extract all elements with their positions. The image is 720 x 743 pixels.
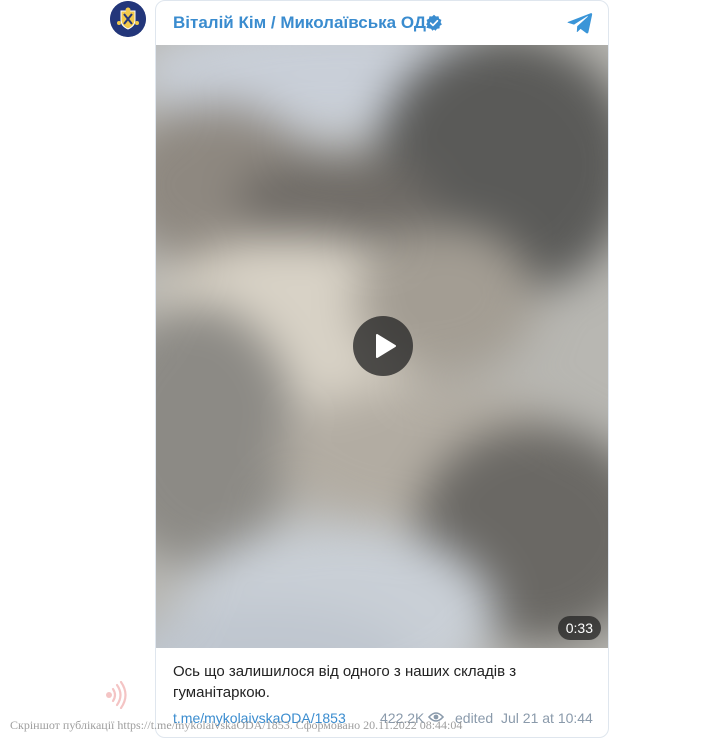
telegram-logo-icon[interactable]: [567, 11, 593, 35]
screenshot-watermark: Скріншот публікації https://t.me/mykolai…: [10, 718, 463, 732]
post-header: Віталій Кім / Миколаївська ОДА: [156, 1, 608, 45]
channel-name[interactable]: Віталій Кім / Миколаївська ОДА: [173, 13, 438, 33]
post-timestamp[interactable]: Jul 21 at 10:44: [501, 710, 593, 726]
sound-waves-logo-icon: [106, 681, 127, 709]
coat-of-arms-icon: [110, 1, 146, 37]
telegram-post-card: Віталій Кім / Миколаївська ОДА 0:33 Ось …: [155, 0, 609, 738]
channel-avatar[interactable]: [110, 1, 146, 37]
play-button[interactable]: [353, 316, 413, 376]
play-icon: [376, 334, 396, 358]
post-caption: Ось що залишилося від одного з наших скл…: [173, 663, 517, 701]
video-preview[interactable]: 0:33: [156, 45, 608, 648]
video-duration: 0:33: [557, 616, 601, 640]
verified-badge-icon: [426, 14, 442, 31]
